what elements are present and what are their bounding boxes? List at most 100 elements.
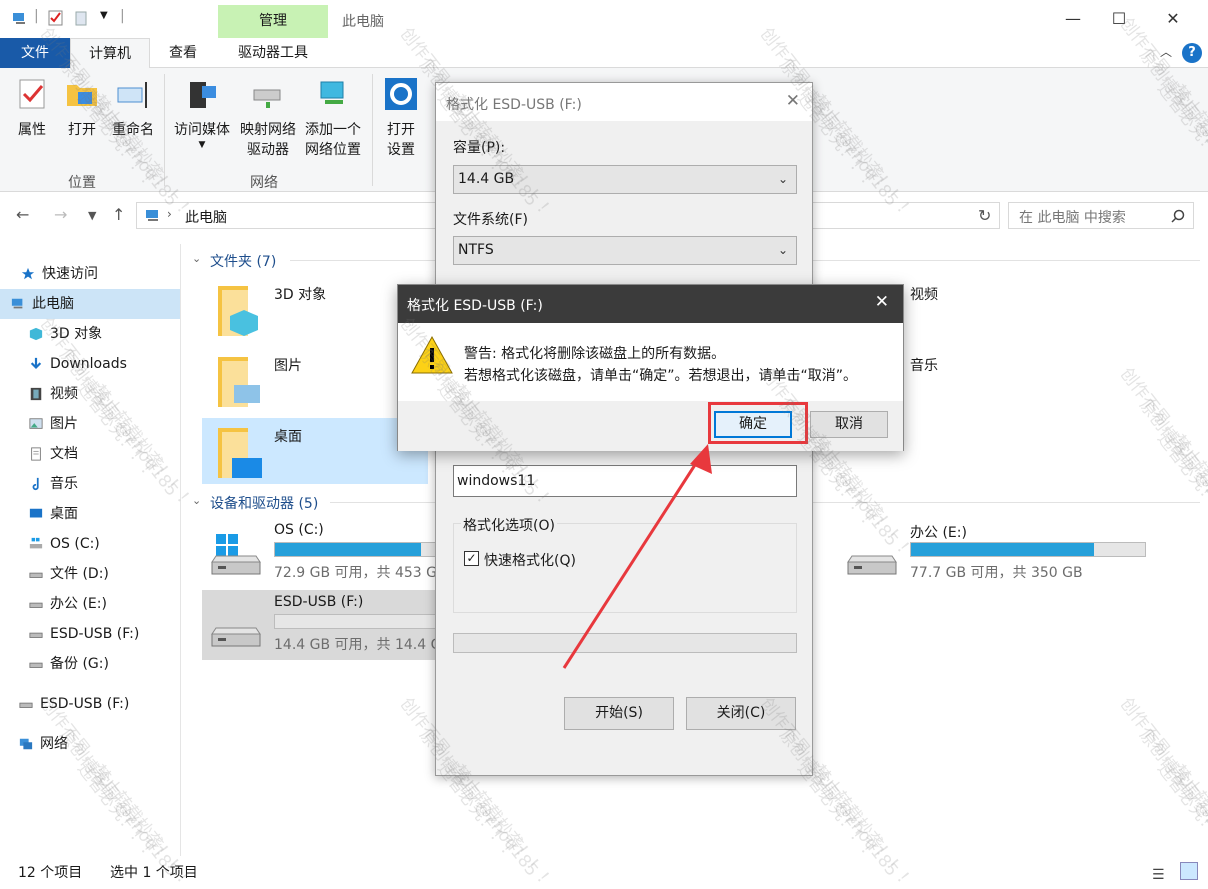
- sidebar-item[interactable]: 图片: [0, 409, 180, 439]
- sidebar-item[interactable]: OS (C:): [0, 529, 180, 559]
- tab-view[interactable]: 查看: [150, 38, 216, 68]
- up-arrow-icon[interactable]: ↑: [112, 205, 125, 224]
- drive-item[interactable]: ESD-USB (F:) 14.4 GB 可用，共 14.4 G: [202, 590, 452, 660]
- folder-icon: [218, 428, 262, 478]
- folder-item[interactable]: 桌面: [202, 418, 428, 484]
- sidebar-item[interactable]: 音乐: [0, 469, 180, 499]
- sidebar-item[interactable]: 桌面: [0, 499, 180, 529]
- warning-dialog-title: 格式化 ESD-USB (F:): [407, 298, 543, 314]
- status-bar: 12 个项目 选中 1 个项目 ☰: [0, 860, 1208, 889]
- computer-icon: [13, 13, 25, 24]
- back-arrow-icon[interactable]: ←: [16, 205, 29, 224]
- drive-item[interactable]: 办公 (E:) 77.7 GB 可用，共 350 GB: [838, 518, 1148, 588]
- network-drive-icon: [253, 89, 281, 108]
- warning-icon: [411, 335, 453, 374]
- help-icon[interactable]: ?: [1182, 43, 1202, 63]
- capacity-value: 14.4 GB: [458, 171, 515, 187]
- sidebar-item[interactable]: 文件 (D:): [0, 559, 180, 589]
- properties-icon[interactable]: [48, 10, 64, 26]
- quick-format-label[interactable]: 快速格式化(Q): [484, 550, 576, 570]
- breadcrumb[interactable]: 此电脑: [185, 207, 227, 227]
- warning-dialog-close-icon[interactable]: ✕: [875, 292, 889, 312]
- sidebar-item-label: 文件 (D:): [50, 566, 109, 582]
- folder-item[interactable]: 3D 对象: [202, 276, 428, 342]
- add-location-label-2: 网络位置: [305, 142, 361, 158]
- details-view-icon[interactable]: ☰: [1152, 862, 1165, 888]
- download-arrow-icon: [30, 357, 42, 370]
- capacity-select[interactable]: 14.4 GB ⌄: [453, 165, 797, 194]
- sidebar-item[interactable]: 3D 对象: [0, 319, 180, 349]
- breadcrumb-chevron-icon[interactable]: ›: [167, 207, 172, 221]
- window-title: 此电脑: [342, 14, 384, 30]
- search-icon: [1171, 209, 1185, 223]
- folder-item[interactable]: 图片: [202, 347, 428, 413]
- rename-button[interactable]: 重命名: [108, 76, 158, 140]
- capacity-label: 容量(P):: [453, 140, 506, 156]
- drive-usage-bar: [274, 542, 450, 557]
- properties-button[interactable]: 属性: [10, 76, 54, 140]
- sidebar-item[interactable]: 快速访问: [0, 259, 180, 289]
- chevron-up-icon[interactable]: ︿: [1160, 43, 1172, 60]
- large-icons-view-icon[interactable]: [1180, 862, 1198, 880]
- devices-group-header[interactable]: 设备和驱动器 (5): [210, 493, 318, 513]
- drive-item[interactable]: OS (C:) 72.9 GB 可用，共 453 G: [202, 518, 452, 588]
- map-drive-button[interactable]: 映射网络 驱动器: [236, 76, 300, 160]
- map-drive-label-2: 驱动器: [247, 142, 289, 158]
- properties-label: 属性: [18, 122, 46, 138]
- add-network-location-button[interactable]: 添加一个 网络位置: [300, 76, 366, 160]
- tab-drive-tools[interactable]: 驱动器工具: [218, 38, 328, 68]
- desktop-icon: [29, 508, 43, 518]
- qat-separator: |: [120, 8, 125, 24]
- sidebar-item[interactable]: ESD-USB (F:): [0, 689, 180, 719]
- new-folder-icon[interactable]: [74, 10, 90, 26]
- sidebar-item[interactable]: Downloads: [0, 349, 180, 379]
- sidebar-item[interactable]: 视频: [0, 379, 180, 409]
- tab-computer[interactable]: 计算机: [70, 38, 150, 69]
- collapse-chevron-icon[interactable]: ⌄: [192, 494, 201, 507]
- open-settings-label-1: 打开: [387, 122, 415, 138]
- folder-icon: [218, 286, 258, 336]
- access-media-button[interactable]: 访问媒体 ▼: [170, 76, 234, 150]
- drive-icon: [29, 662, 43, 668]
- quick-format-checkbox[interactable]: ✓: [464, 551, 479, 566]
- drive-free-space: 14.4 GB 可用，共 14.4 G: [274, 637, 442, 653]
- open-button[interactable]: 打开: [60, 76, 104, 140]
- sidebar-item-label: 此电脑: [32, 296, 74, 312]
- network-icon: [19, 738, 33, 750]
- access-media-label: 访问媒体: [174, 122, 230, 138]
- access-media-dropdown-icon: ▼: [198, 140, 206, 150]
- refresh-icon[interactable]: ↻: [978, 206, 991, 225]
- close-dialog-button[interactable]: 关闭(C): [686, 697, 796, 730]
- maximize-button[interactable]: ☐: [1096, 4, 1142, 34]
- sidebar-item[interactable]: 文档: [0, 439, 180, 469]
- open-label: 打开: [68, 122, 96, 138]
- document-icon: [31, 447, 41, 461]
- sidebar-item[interactable]: 网络: [0, 729, 180, 759]
- chevron-down-icon: ⌄: [777, 172, 788, 186]
- collapse-chevron-icon[interactable]: ⌄: [192, 252, 201, 265]
- format-dialog-title: 格式化 ESD-USB (F:): [446, 97, 582, 113]
- gear-icon: [385, 78, 417, 110]
- search-input[interactable]: 在 此电脑 中搜索: [1008, 202, 1194, 229]
- filesystem-select[interactable]: NTFS ⌄: [453, 236, 797, 265]
- open-settings-button[interactable]: 打开 设置: [380, 76, 422, 160]
- volume-label-input[interactable]: windows11: [453, 465, 797, 497]
- recent-dropdown-icon[interactable]: ▼: [88, 209, 96, 222]
- manage-context-tab[interactable]: 管理: [218, 5, 328, 38]
- sidebar-item[interactable]: 办公 (E:): [0, 589, 180, 619]
- sidebar-item[interactable]: 备份 (G:): [0, 649, 180, 679]
- qat-dropdown-icon[interactable]: ▼: [100, 10, 108, 21]
- sidebar-item-label: 快速访问: [42, 266, 98, 282]
- close-button[interactable]: ✕: [1150, 4, 1196, 34]
- folders-group-header[interactable]: 文件夹 (7): [210, 251, 276, 271]
- sidebar-item[interactable]: 此电脑: [0, 289, 180, 319]
- minimize-button[interactable]: —: [1050, 4, 1096, 34]
- format-dialog-close-icon[interactable]: ✕: [786, 91, 800, 111]
- picture-icon: [29, 418, 43, 429]
- cancel-button[interactable]: 取消: [810, 411, 888, 438]
- tab-file[interactable]: 文件: [0, 38, 70, 68]
- warning-message-line2: 若想格式化该磁盘，请单击“确定”。若想退出，请单击“取消”。: [464, 368, 858, 384]
- sidebar-item[interactable]: ESD-USB (F:): [0, 619, 180, 649]
- forward-arrow-icon[interactable]: →: [54, 205, 67, 224]
- start-button[interactable]: 开始(S): [564, 697, 674, 730]
